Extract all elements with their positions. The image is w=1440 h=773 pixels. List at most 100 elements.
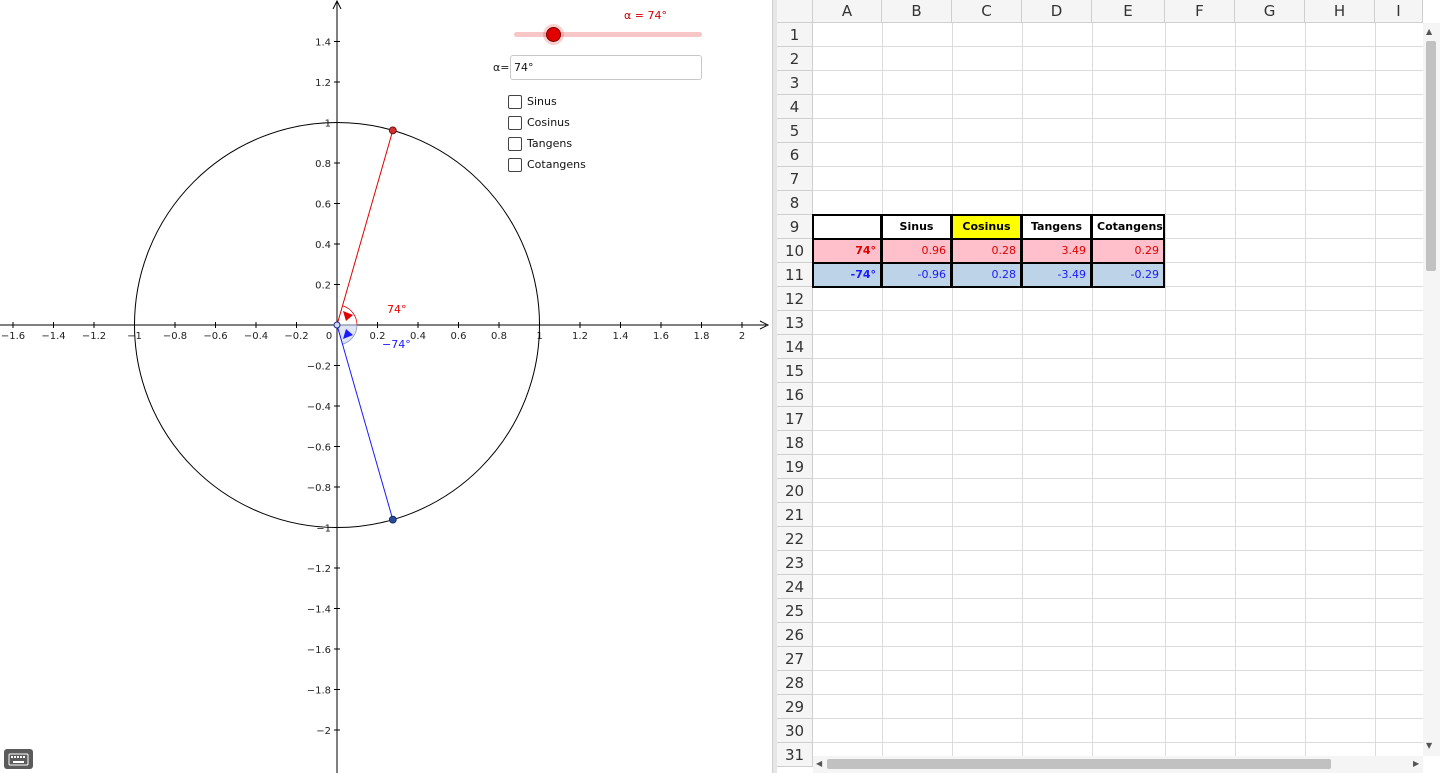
slider-label: α = 74° [624, 9, 667, 22]
scroll-right-icon[interactable]: ▶ [1413, 759, 1419, 768]
graphics-view[interactable]: −1.6 −1.4 −1.2 −1 −0.8 −0.6 −0.4 −0.2 0 0.2 0.4 0.6… [0, 0, 772, 773]
checkbox-icon[interactable] [508, 136, 522, 151]
positive-angle-cell[interactable]: 74° [812, 238, 882, 264]
row-header-28[interactable]: 28 [777, 671, 813, 695]
grid-line [1235, 23, 1236, 773]
row-header-24[interactable]: 24 [777, 575, 813, 599]
row-header-8[interactable]: 8 [777, 191, 813, 215]
scroll-down-icon[interactable]: ▼ [1426, 741, 1432, 750]
row-header-6[interactable]: 6 [777, 143, 813, 167]
row-header-22[interactable]: 22 [777, 527, 813, 551]
corner-cell[interactable] [777, 0, 813, 23]
x-tick-label: 0.4 [410, 331, 426, 342]
row-header-14[interactable]: 14 [777, 335, 813, 359]
row-header-29[interactable]: 29 [777, 695, 813, 719]
row-header-7[interactable]: 7 [777, 167, 813, 191]
horizontal-scrollbar[interactable]: ◀ ▶ [813, 756, 1423, 773]
grid-line [813, 310, 1423, 311]
y-tick-label: 1.4 [315, 38, 331, 49]
checkbox-label: Cotangens [527, 158, 586, 171]
column-header-D[interactable]: D [1022, 0, 1092, 23]
row-header-31[interactable]: 31 [777, 743, 813, 767]
scroll-up-icon[interactable]: ▲ [1426, 27, 1432, 36]
column-header-H[interactable]: H [1305, 0, 1375, 23]
y-tick-label: −1.2 [307, 564, 331, 575]
negative-cos-cell[interactable]: 0.28 [951, 262, 1022, 288]
checkbox-icon[interactable] [508, 115, 522, 130]
alpha-input[interactable] [510, 55, 702, 80]
negative-angle-cell[interactable]: -74° [812, 262, 882, 288]
row-header-30[interactable]: 30 [777, 719, 813, 743]
row-header-5[interactable]: 5 [777, 119, 813, 143]
row-header-20[interactable]: 20 [777, 479, 813, 503]
alpha-slider[interactable]: α = 74° [514, 8, 704, 48]
checkbox-icon[interactable] [508, 94, 522, 109]
vertical-scroll-thumb[interactable] [1426, 41, 1436, 271]
column-header-C[interactable]: C [952, 0, 1022, 23]
column-header-E[interactable]: E [1092, 0, 1165, 23]
positive-sin-cell[interactable]: 0.96 [881, 238, 952, 264]
keyboard-button[interactable] [4, 749, 33, 769]
checkbox-tangens[interactable]: Tangens [508, 133, 586, 154]
row-header-17[interactable]: 17 [777, 407, 813, 431]
y-tick-label: −1 [316, 524, 331, 535]
y-tick-label: 0.6 [315, 200, 331, 211]
column-header-I[interactable]: I [1375, 0, 1423, 23]
scroll-left-icon[interactable]: ◀ [816, 759, 822, 768]
negative-sin-cell[interactable]: -0.96 [881, 262, 952, 288]
checkbox-icon[interactable] [508, 157, 522, 172]
slider-track[interactable] [514, 32, 702, 37]
grid-line [813, 94, 1423, 95]
column-header-F[interactable]: F [1165, 0, 1235, 23]
negative-cot-cell[interactable]: -0.29 [1091, 262, 1165, 288]
table-header-cell[interactable]: Tangens [1021, 214, 1092, 240]
keyboard-icon [8, 753, 29, 766]
spreadsheet-view[interactable]: A B C D E F G H I 1 2 3 4 5 6 7 8 9 10 11 12 13 14 15 16 17 18 19 20… [777, 0, 1440, 773]
row-header-2[interactable]: 2 [777, 47, 813, 71]
column-header-A[interactable]: A [813, 0, 882, 23]
row-header-16[interactable]: 16 [777, 383, 813, 407]
row-header-21[interactable]: 21 [777, 503, 813, 527]
table-header-cell[interactable]: Cotangens [1091, 214, 1165, 240]
grid-line [813, 694, 1423, 695]
negative-tan-cell[interactable]: -3.49 [1021, 262, 1092, 288]
checkbox-cosinus[interactable]: Cosinus [508, 112, 586, 133]
checkbox-cotangens[interactable]: Cotangens [508, 154, 586, 175]
row-header-25[interactable]: 25 [777, 599, 813, 623]
grid-line [813, 406, 1423, 407]
horizontal-scroll-thumb[interactable] [827, 759, 1331, 769]
row-header-12[interactable]: 12 [777, 287, 813, 311]
positive-angle-label: 74° [387, 303, 407, 316]
grid-line [813, 118, 1423, 119]
slider-thumb[interactable] [545, 27, 561, 42]
row-header-23[interactable]: 23 [777, 551, 813, 575]
positive-cos-cell[interactable]: 0.28 [951, 238, 1022, 264]
row-header-26[interactable]: 26 [777, 623, 813, 647]
row-header-13[interactable]: 13 [777, 311, 813, 335]
grid-line [813, 670, 1423, 671]
x-tick-label: −1.4 [41, 331, 65, 342]
row-header-19[interactable]: 19 [777, 455, 813, 479]
row-header-3[interactable]: 3 [777, 71, 813, 95]
unit-circle-plot[interactable]: −1.6 −1.4 −1.2 −1 −0.8 −0.6 −0.4 −0.2 0 0.2 0.4 0.6… [0, 0, 772, 773]
column-header-G[interactable]: G [1235, 0, 1305, 23]
negative-angle-label: −74° [382, 338, 411, 351]
positive-cot-cell[interactable]: 0.29 [1091, 238, 1165, 264]
checkbox-sinus[interactable]: Sinus [508, 91, 586, 112]
x-tick-label: 1.2 [572, 331, 588, 342]
table-header-cell[interactable]: Sinus [881, 214, 952, 240]
vertical-scrollbar[interactable]: ▲ ▼ [1423, 23, 1440, 756]
row-header-10[interactable]: 10 [777, 239, 813, 263]
row-header-27[interactable]: 27 [777, 647, 813, 671]
row-header-18[interactable]: 18 [777, 431, 813, 455]
row-header-9[interactable]: 9 [777, 215, 813, 239]
row-header-11[interactable]: 11 [777, 263, 813, 287]
column-header-B[interactable]: B [882, 0, 952, 23]
row-header-15[interactable]: 15 [777, 359, 813, 383]
positive-tan-cell[interactable]: 3.49 [1021, 238, 1092, 264]
table-header-cell[interactable]: Cosinus [951, 214, 1022, 240]
row-header-1[interactable]: 1 [777, 23, 813, 47]
y-tick-label: −0.2 [307, 362, 331, 373]
row-header-4[interactable]: 4 [777, 95, 813, 119]
table-header-cell[interactable] [812, 214, 882, 240]
